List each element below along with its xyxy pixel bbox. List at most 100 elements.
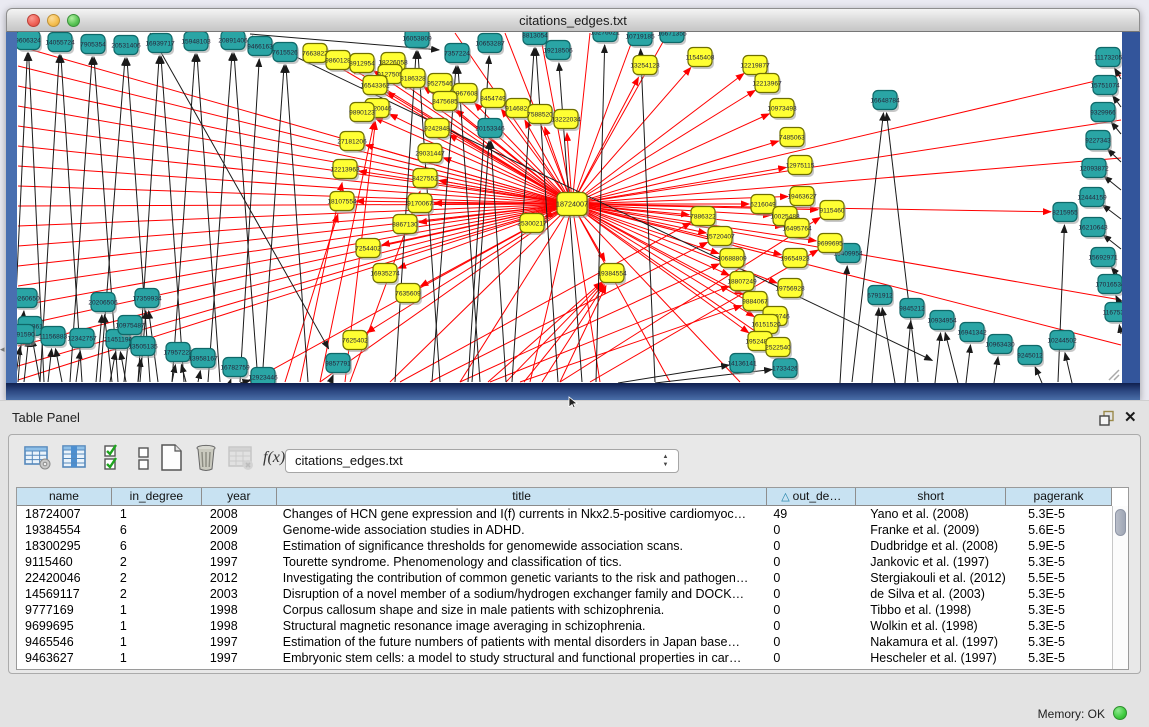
graph-node[interactable]: 19218506: [543, 41, 573, 63]
graph-node[interactable]: 20531406: [111, 36, 141, 58]
table-cell[interactable]: Hescheler et al. (1997): [856, 650, 1006, 666]
graph-node[interactable]: 9857791: [325, 354, 352, 376]
graph-node[interactable]: 9170067: [407, 194, 434, 216]
table-cell[interactable]: 5.3E-5: [1006, 634, 1112, 650]
table-cell[interactable]: 1997: [202, 634, 277, 650]
header-cell-pagerank[interactable]: pagerank: [1006, 488, 1112, 506]
graph-edge[interactable]: [76, 351, 80, 382]
graph-node[interactable]: 16935274: [370, 264, 400, 286]
table-cell[interactable]: 0: [767, 586, 856, 602]
table-cell[interactable]: 2012: [202, 570, 277, 586]
table-cell[interactable]: Stergiakouli et al. (2012): [856, 570, 1006, 586]
graph-node[interactable]: 8215955: [1052, 203, 1079, 225]
table-cell[interactable]: 5.3E-5: [1006, 618, 1112, 634]
table-cell[interactable]: 5.3E-5: [1006, 506, 1112, 522]
graph-node[interactable]: 19463627: [787, 187, 817, 209]
table-cell[interactable]: Investigating the contribution of common…: [277, 570, 768, 586]
graph-edge[interactable]: [572, 204, 781, 255]
graph-node[interactable]: 15751074: [1090, 76, 1120, 98]
table-cell[interactable]: de Silva et al. (2003): [856, 586, 1006, 602]
graph-edge[interactable]: [994, 357, 998, 383]
table-cell[interactable]: 2: [112, 586, 202, 602]
side-panel-toggle-icon[interactable]: ◂: [0, 344, 5, 355]
table-cell[interactable]: 1998: [202, 618, 277, 634]
graph-edge[interactable]: [572, 68, 691, 204]
table-cell[interactable]: 9463627: [17, 650, 112, 666]
graph-node[interactable]: 27181206: [337, 132, 367, 154]
table-cell[interactable]: Embryonic stem cells: a model to study s…: [277, 650, 768, 666]
network-view-window[interactable]: 9606324140557247905354205314061693971715…: [6, 8, 1140, 400]
graph-node[interactable]: 18807249: [727, 272, 757, 294]
graph-node[interactable]: 9242848: [424, 119, 451, 141]
table-cell[interactable]: 6: [112, 538, 202, 554]
graph-edge[interactable]: [618, 365, 729, 383]
graph-node[interactable]: 15948103: [181, 32, 211, 53]
graph-node[interactable]: 9606324: [17, 32, 42, 52]
graph-node[interactable]: 15276021: [590, 32, 620, 44]
graph-node[interactable]: 9245012: [1017, 346, 1044, 368]
table-cell[interactable]: 2003: [202, 586, 277, 602]
graph-edge[interactable]: [1035, 367, 1042, 383]
graph-node[interactable]: 13505135: [128, 337, 158, 359]
graph-node[interactable]: 8813054: [522, 32, 549, 47]
graph-node[interactable]: 16941342: [957, 323, 987, 345]
graph-edge[interactable]: [572, 75, 1121, 204]
graph-node[interactable]: 7615526: [272, 43, 299, 65]
table-cell[interactable]: Estimation of significance thresholds fo…: [277, 538, 768, 554]
delete-columns-icon[interactable]: [192, 443, 222, 473]
table-cell[interactable]: 0: [767, 554, 856, 570]
table-cell[interactable]: 1997: [202, 650, 277, 666]
table-cell[interactable]: 19384554: [17, 522, 112, 538]
table-cell[interactable]: Structural magnetic resonance image aver…: [277, 618, 768, 634]
graph-node[interactable]: 9699695: [817, 234, 844, 256]
table-cell[interactable]: 2008: [202, 538, 277, 554]
table-cell[interactable]: 0: [767, 538, 856, 554]
table-cell[interactable]: Changes of HCN gene expression and I(f) …: [277, 506, 768, 522]
table-cell[interactable]: 5.3E-5: [1006, 586, 1112, 602]
table-cell[interactable]: 6: [112, 522, 202, 538]
graph-node[interactable]: 19384554: [597, 264, 627, 286]
graph-node[interactable]: 18724007: [556, 193, 589, 219]
graph-node[interactable]: 16210643: [1078, 218, 1108, 240]
graph-edge[interactable]: [905, 321, 911, 383]
table-cell[interactable]: 0: [767, 634, 856, 650]
graph-node[interactable]: 9391590: [17, 325, 36, 347]
graph-node[interactable]: 20206506: [88, 293, 118, 315]
graph-node[interactable]: 20153346: [475, 119, 505, 141]
graph-node[interactable]: 29031447: [415, 144, 445, 166]
table-row[interactable]: 1938455462009Genome-wide association stu…: [17, 522, 1112, 538]
graph-node[interactable]: 7588520: [527, 105, 554, 127]
graph-node[interactable]: 12444159: [1077, 188, 1107, 210]
float-panel-icon[interactable]: [1098, 410, 1116, 426]
unselect-all-icon[interactable]: [130, 443, 160, 473]
graph-edge[interactable]: [882, 308, 895, 383]
graph-node[interactable]: 18107554: [327, 192, 357, 214]
table-cell[interactable]: Nakamura et al. (1997): [856, 634, 1006, 650]
table-cell[interactable]: Jankovic et al. (1997): [856, 554, 1006, 570]
graph-node[interactable]: 8912954: [349, 54, 376, 76]
graph-node[interactable]: 14136141: [727, 354, 757, 376]
graph-node[interactable]: 25300217: [517, 214, 547, 236]
table-row[interactable]: 1872400712008Changes of HCN gene express…: [17, 506, 1112, 522]
graph-node[interactable]: 9890123: [349, 103, 376, 125]
table-cell[interactable]: Disruption of a novel member of a sodium…: [277, 586, 768, 602]
graph-edge[interactable]: [572, 120, 1121, 204]
table-cell[interactable]: 9777169: [17, 602, 112, 618]
graph-node[interactable]: 6791912: [867, 286, 894, 308]
graph-node[interactable]: 7485063: [779, 128, 806, 150]
table-cell[interactable]: 14569117: [17, 586, 112, 602]
graph-node[interactable]: 9466163: [247, 37, 274, 59]
table-cell[interactable]: 0: [767, 602, 856, 618]
table-cell[interactable]: 1998: [202, 602, 277, 618]
graph-node[interactable]: 2522540: [765, 338, 792, 360]
graph-node[interactable]: 7635609: [395, 284, 422, 306]
table-cell[interactable]: 18300295: [17, 538, 112, 554]
graph-node[interactable]: 12975115: [786, 156, 815, 178]
table-row[interactable]: 911546021997Tourette syndrome. Phenomeno…: [17, 554, 1112, 570]
graph-node[interactable]: 16782759: [220, 358, 250, 380]
graph-node[interactable]: 16495764: [782, 219, 812, 241]
graph-node[interactable]: 19654923: [780, 249, 810, 271]
graph-node[interactable]: 15720407: [705, 227, 735, 249]
table-cell[interactable]: 0: [767, 618, 856, 634]
graph-edge[interactable]: [262, 65, 284, 382]
